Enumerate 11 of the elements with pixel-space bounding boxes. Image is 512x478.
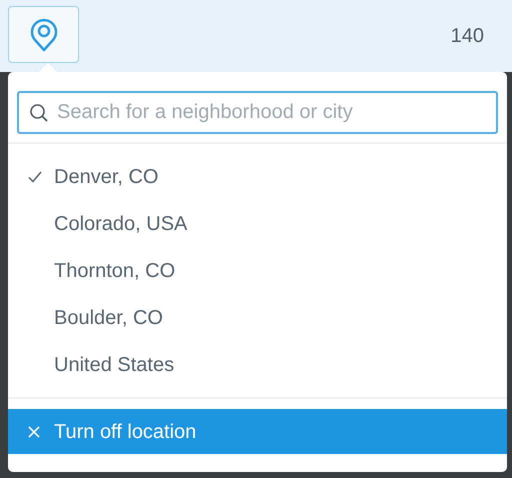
count-text: 140 [450, 24, 484, 49]
location-button[interactable] [8, 6, 79, 63]
location-option[interactable]: Denver, CO [8, 153, 507, 200]
location-option[interactable]: Thornton, CO [8, 247, 507, 294]
turn-off-location-item[interactable]: Turn off location [8, 409, 507, 454]
location-option[interactable]: Colorado, USA [8, 200, 507, 247]
location-option[interactable]: Boulder, CO [8, 294, 507, 341]
search-field[interactable]: Search for a neighborhood or city [17, 91, 498, 134]
close-icon [28, 426, 40, 438]
location-option[interactable]: United States [8, 341, 507, 388]
map-pin-icon [30, 18, 58, 52]
